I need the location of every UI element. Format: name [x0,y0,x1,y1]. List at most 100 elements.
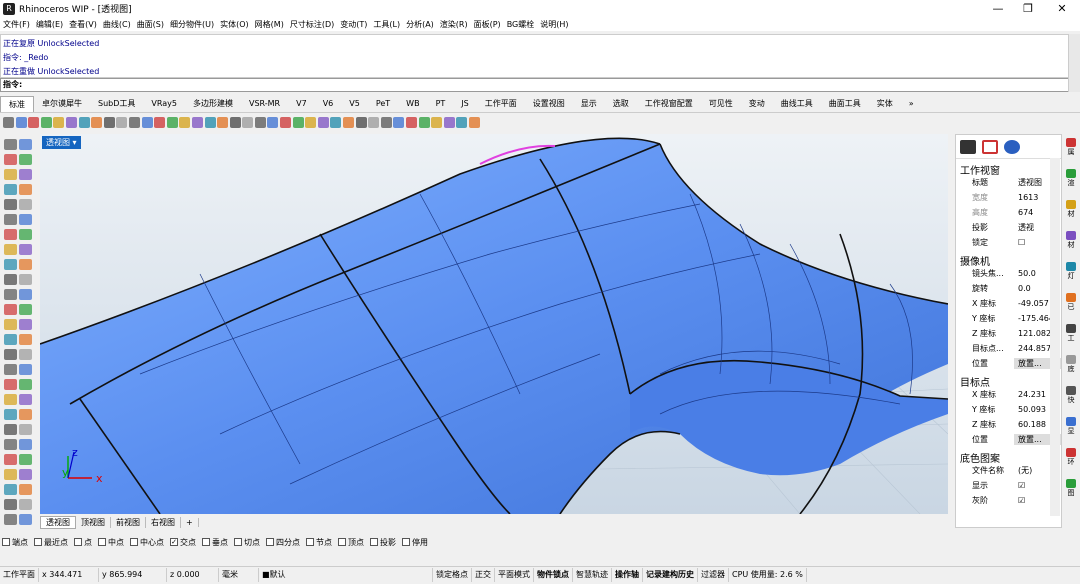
panel-tab-2[interactable]: 材 [1064,200,1078,218]
viewport-tab-0[interactable]: 透视图 [40,516,76,529]
toolbar-tab-22[interactable]: 实体 [869,96,901,112]
toolbar-tool-icon-0[interactable] [3,117,14,128]
toolbar-tab-14[interactable]: 设置视图 [525,96,573,112]
viewport-title-label[interactable]: 透视图 ▾ [42,136,81,149]
status-cplane[interactable]: 工作平面 [0,567,39,582]
menu-item-13[interactable]: 面板(P) [474,19,501,30]
toolbar-tool-icon-37[interactable] [468,117,480,128]
toolbar-tab-12[interactable]: JS [453,96,476,112]
toolbar-tool-icon-30[interactable] [380,117,392,128]
osnap-1[interactable]: 最近点 [34,537,68,548]
toolbar-tool-icon-33[interactable] [418,117,430,128]
menu-item-15[interactable]: 说明(H) [540,19,568,30]
panel-tab-0[interactable]: 属 [1064,138,1078,156]
left-tool-icon-2-0[interactable] [4,169,17,180]
toolbar-tool-icon-8[interactable] [103,117,115,128]
osnap-10[interactable]: 顶点 [338,537,364,548]
osnap-checkbox-4[interactable] [130,538,138,546]
left-tool-icon-6-0[interactable] [4,229,17,240]
left-tool-icon-0-1[interactable] [19,139,32,150]
panel-tab-3[interactable]: 材 [1064,231,1078,249]
toolbar-tool-icon-13[interactable] [166,117,178,128]
toolbar-tool-icon-35[interactable] [443,117,455,128]
left-tool-icon-25-0[interactable] [4,514,17,525]
left-tool-icon-7-1[interactable] [19,244,32,255]
left-tool-icon-23-0[interactable] [4,484,17,495]
osnap-checkbox-11[interactable] [370,538,378,546]
status-item-4[interactable]: 智慧轨迹 [573,567,612,582]
osnap-12[interactable]: 停用 [402,537,428,548]
menu-item-2[interactable]: 查看(V) [69,19,97,30]
toolbar-tab-16[interactable]: 选取 [605,96,637,112]
toolbar-tool-icon-18[interactable] [229,117,241,128]
maximize-button[interactable]: ❐ [1010,0,1046,17]
toolbar-tool-icon-32[interactable] [406,117,417,128]
left-tool-icon-17-0[interactable] [4,394,17,405]
status-item-6[interactable]: 记录建构历史 [643,567,698,582]
left-tool-icon-9-0[interactable] [4,274,17,285]
toolbar-tab-18[interactable]: 可见性 [701,96,741,112]
osnap-checkbox-6[interactable] [202,538,210,546]
left-tool-icon-11-0[interactable] [4,304,17,315]
toolbar-tool-icon-25[interactable] [317,117,329,128]
osnap-0[interactable]: 端点 [2,537,28,548]
left-tool-icon-3-0[interactable] [4,184,17,195]
status-item-5[interactable]: 操作轴 [612,567,643,582]
left-tool-icon-8-0[interactable] [4,259,17,270]
toolbar-tab-4[interactable]: 多边形建模 [185,96,241,112]
status-item-0[interactable]: 锁定格点 [433,567,472,582]
left-tool-icon-14-0[interactable] [4,349,17,360]
menu-item-12[interactable]: 渲染(R) [440,19,468,30]
left-tool-icon-11-1[interactable] [19,304,32,315]
osnap-9[interactable]: 节点 [306,537,332,548]
osnap-checkbox-1[interactable] [34,538,42,546]
toolbar-tab-more[interactable]: » [901,96,922,112]
status-item-3[interactable]: 物件锁点 [534,567,573,582]
menu-item-9[interactable]: 变动(T) [340,19,367,30]
panel-tab-6[interactable]: 工 [1064,324,1078,342]
left-tool-icon-24-1[interactable] [19,499,32,510]
camera-icon[interactable] [960,139,976,154]
toolbar-tab-1[interactable]: 卓尔谟犀牛 [34,96,90,112]
menu-item-5[interactable]: 细分物件(U) [170,19,214,30]
history-scrollbar[interactable] [1068,34,1080,92]
toolbar-tab-10[interactable]: WB [398,96,427,112]
osnap-5[interactable]: ✓ 交点 [170,537,196,548]
toolbar-tool-icon-15[interactable] [191,117,203,128]
left-tool-icon-4-1[interactable] [19,199,32,210]
toolbar-tool-icon-17[interactable] [217,117,229,128]
left-tool-icon-20-1[interactable] [19,439,32,450]
toolbar-tool-icon-31[interactable] [393,117,405,128]
left-tool-icon-23-1[interactable] [19,484,32,495]
toolbar-tool-icon-12[interactable] [154,117,166,128]
toolbar-tab-17[interactable]: 工作视窗配置 [637,96,701,112]
left-tool-icon-24-0[interactable] [4,499,17,510]
toolbar-tool-icon-23[interactable] [292,117,304,128]
panel-tab-5[interactable]: 已 [1064,293,1078,311]
toolbar-tab-6[interactable]: V7 [288,96,315,112]
left-tool-icon-22-1[interactable] [19,469,32,480]
left-tool-icon-14-1[interactable] [19,349,32,360]
panel-tab-1[interactable]: 渲 [1064,169,1078,187]
panel-tab-8[interactable]: 快 [1064,386,1078,404]
menu-item-0[interactable]: 文件(F) [3,19,30,30]
toolbar-tool-icon-27[interactable] [343,117,355,128]
toolbar-tool-icon-6[interactable] [78,117,90,128]
menu-item-6[interactable]: 实体(O) [220,19,249,30]
left-tool-icon-16-1[interactable] [19,379,32,390]
viewport-tab-1[interactable]: 顶视图 [76,517,111,528]
toolbar-tab-21[interactable]: 曲面工具 [821,96,869,112]
osnap-checkbox-7[interactable] [234,538,242,546]
toolbar-tab-5[interactable]: VSR-MR [241,96,288,112]
toolbar-tab-20[interactable]: 曲线工具 [773,96,821,112]
toolbar-tool-icon-7[interactable] [91,117,103,128]
osnap-7[interactable]: 切点 [234,537,260,548]
viewport-tab-2[interactable]: 前视图 [111,517,146,528]
panel-tab-10[interactable]: 环 [1064,448,1078,466]
left-tool-icon-10-0[interactable] [4,289,17,300]
toolbar-tab-8[interactable]: V5 [341,96,368,112]
toolbar-tab-19[interactable]: 变动 [741,96,773,112]
toolbar-tool-icon-24[interactable] [305,117,317,128]
left-tool-icon-18-1[interactable] [19,409,32,420]
viewport-tab-3[interactable]: 右视图 [146,517,181,528]
